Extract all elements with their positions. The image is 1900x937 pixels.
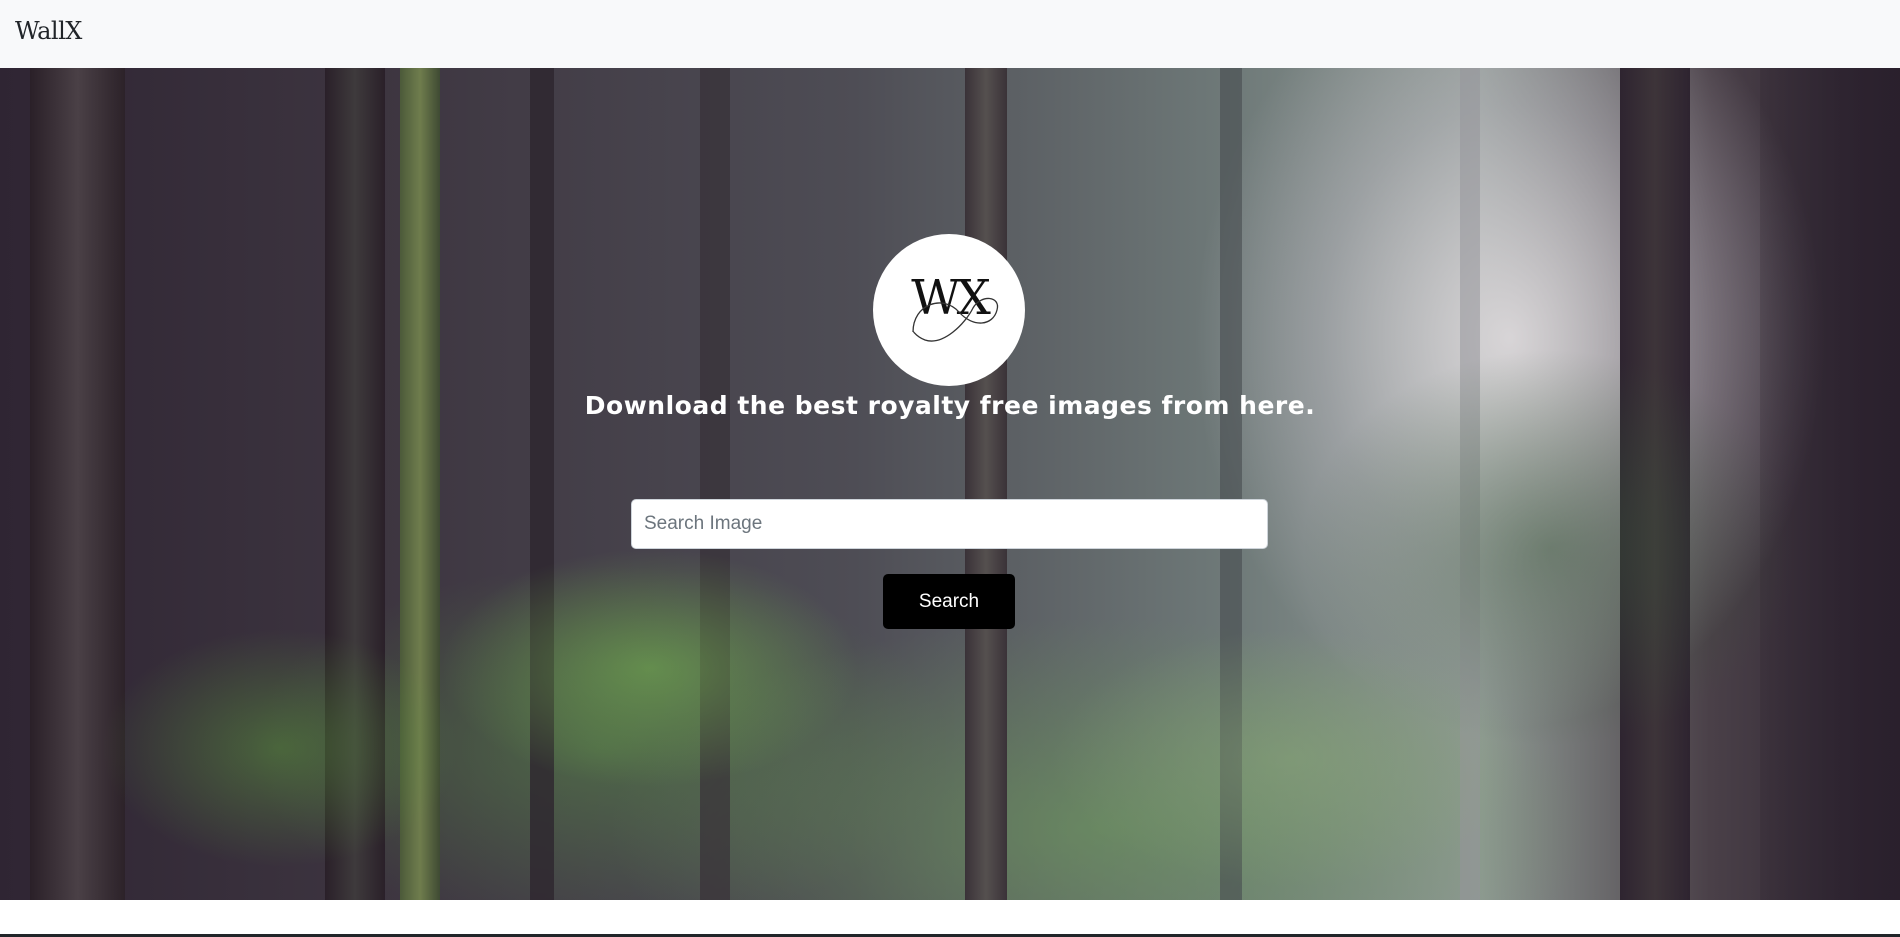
hero-tagline: Download the best royalty free images fr… [584, 391, 1316, 420]
brand-link[interactable]: WallX [15, 17, 82, 45]
wallx-logo: WX [873, 234, 1025, 386]
logo-text: WX [911, 270, 990, 326]
page-bottom-strip [0, 900, 1900, 937]
hero-section: WX Download the best royalty free images… [0, 68, 1900, 900]
wallx-monogram-icon: WX [911, 270, 999, 342]
navbar: WallX [0, 0, 1900, 68]
forest-background-image [0, 68, 1900, 900]
search-button[interactable]: Search [883, 574, 1015, 629]
search-input[interactable] [631, 499, 1268, 549]
